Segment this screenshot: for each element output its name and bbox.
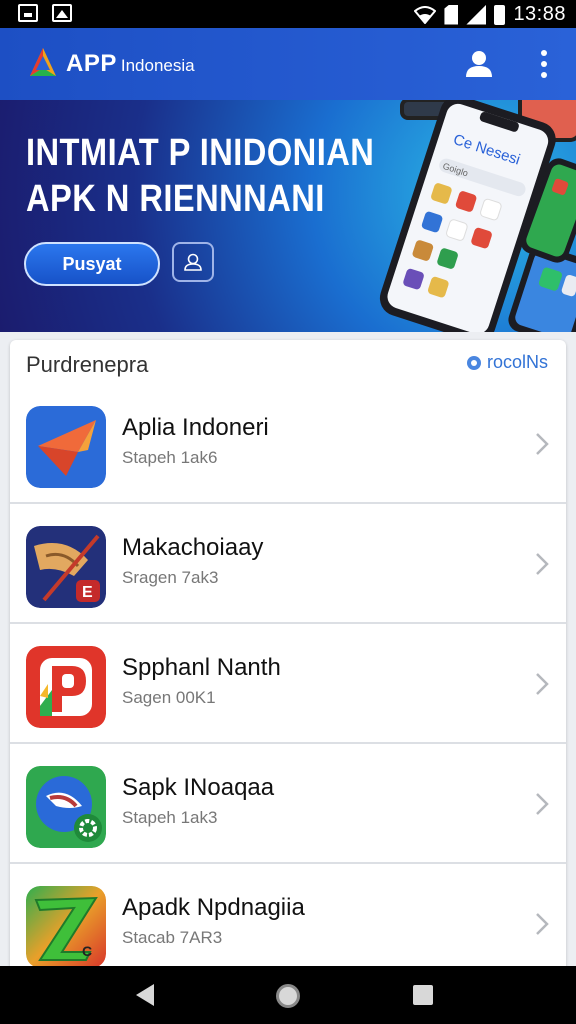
hero-title-line2: APK N RIENNNANI	[26, 178, 325, 220]
brand-sub: Indonesia	[120, 56, 195, 75]
status-bar: 13:88	[0, 0, 576, 28]
list-item[interactable]: Sapk INoaqaa Stapeh 1ak3	[10, 746, 566, 864]
item-subtitle: Stapeh 1ak3	[122, 808, 218, 827]
item-subtitle: Stapeh 1ak6	[122, 448, 218, 467]
hero-account-button[interactable]	[172, 242, 214, 282]
phones-illustration: Ce Nesesi Goiglo	[379, 100, 576, 332]
radio-dot-icon	[466, 355, 481, 370]
hero-button[interactable]: Pusyat	[24, 242, 160, 286]
item-name: Spphanl Nanth	[122, 654, 281, 681]
image-icon	[52, 4, 72, 22]
chevron-right-icon	[536, 433, 549, 455]
svg-text:C: C	[82, 943, 92, 959]
brand-main: APP	[66, 50, 117, 77]
recents-icon[interactable]	[413, 985, 433, 1005]
more-vert-icon[interactable]	[532, 48, 556, 80]
brand: APP Indonesia	[66, 50, 195, 78]
item-subtitle: Stacab 7AR3	[122, 928, 223, 947]
home-icon[interactable]	[276, 984, 300, 1008]
hero-banner: INTMIAT P INIDONIAN APK N RIENNNANI Pusy…	[0, 100, 576, 332]
wifi-icon	[414, 5, 437, 24]
item-name: Aplia Indoneri	[122, 414, 269, 441]
chevron-right-icon	[536, 913, 549, 935]
chevron-right-icon	[536, 553, 549, 575]
app-bar: APP Indonesia	[0, 28, 576, 100]
list-item[interactable]: Spphanl Nanth Sagen 00K1	[10, 626, 566, 744]
hero-title: INTMIAT P INIDONIAN APK N RIENNNANI	[26, 130, 374, 222]
list-action-button[interactable]: rocolNs	[466, 352, 548, 373]
sim-icon	[444, 4, 459, 25]
hero-title-line1: INTMIAT P INIDONIAN	[26, 132, 375, 174]
svg-text:E: E	[82, 584, 93, 601]
signal-icon	[466, 4, 487, 25]
system-nav-bar	[0, 966, 576, 1024]
list-item[interactable]: C Apadk Npdnagiia Stacab 7AR3	[10, 866, 566, 980]
item-name: Sapk INoaqaa	[122, 774, 275, 801]
list-title: Purdrenepra	[26, 352, 149, 377]
back-icon[interactable]	[136, 984, 154, 1006]
z-app-icon: C	[26, 886, 106, 968]
list-item[interactable]: E Makachoiaay Sragen 7ak3	[10, 506, 566, 624]
settings-app-icon	[26, 766, 106, 848]
user-icon[interactable]	[463, 48, 495, 80]
item-subtitle: Sragen 7ak3	[122, 568, 219, 587]
chevron-right-icon	[536, 793, 549, 815]
bird-app-icon: E	[26, 526, 106, 608]
item-name: Makachoiaay	[122, 534, 264, 561]
list-action-label: rocolNs	[486, 352, 548, 372]
app-logo[interactable]	[26, 46, 60, 80]
arrow-app-icon	[26, 406, 106, 488]
list-header: Purdrenepra rocolNs	[10, 340, 566, 388]
item-subtitle: Sagen 00K1	[122, 688, 216, 707]
notification-icon	[18, 4, 38, 22]
chevron-right-icon	[536, 673, 549, 695]
app-list-card: Purdrenepra rocolNs Aplia Indoneri Stape…	[10, 340, 566, 980]
clock: 13:88	[513, 3, 566, 25]
p-app-icon	[26, 646, 106, 728]
list-item[interactable]: Aplia Indoneri Stapeh 1ak6	[10, 386, 566, 504]
battery-icon	[494, 4, 506, 25]
user-outline-icon	[184, 253, 202, 271]
item-name: Apadk Npdnagiia	[122, 894, 305, 921]
